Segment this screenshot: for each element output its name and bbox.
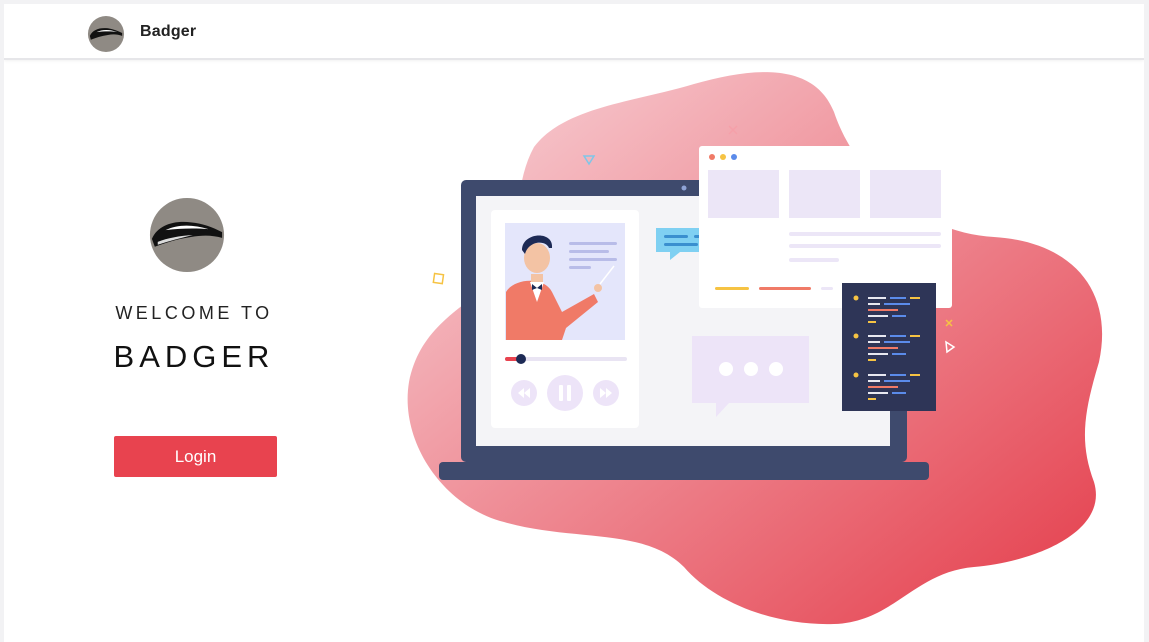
code-panel-card (842, 283, 936, 411)
top-nav-bar: Badger (4, 4, 1144, 60)
page: Badger WELCOME TO BADGER Login (4, 4, 1144, 642)
login-button[interactable]: Login (114, 436, 277, 477)
pause-icon (547, 375, 583, 411)
rewind-icon (511, 380, 537, 406)
badger-logo-icon[interactable] (87, 15, 125, 53)
square-decoration (432, 272, 445, 285)
welcome-text: WELCOME TO (115, 303, 273, 323)
badger-logo-icon (149, 197, 225, 273)
fast-forward-icon (593, 380, 619, 406)
hero-illustration (407, 72, 1103, 625)
brand-name[interactable]: Badger (140, 23, 196, 41)
app-title: BADGER (113, 339, 275, 374)
video-player-card (491, 210, 639, 428)
